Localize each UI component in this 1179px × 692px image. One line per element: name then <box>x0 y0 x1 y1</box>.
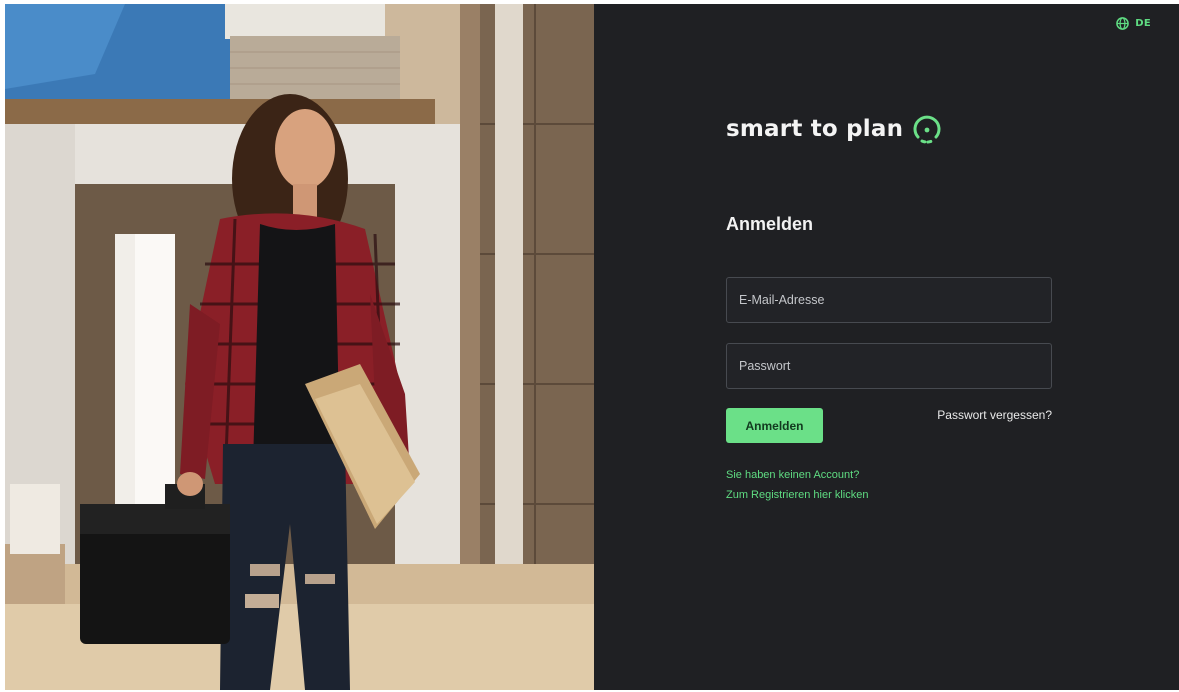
forgot-password-link[interactable]: Passwort vergessen? <box>937 408 1052 422</box>
login-panel: DE smart to plan Anmelden Anmelden Passw… <box>594 4 1179 690</box>
brand-logo: smart to plan <box>726 112 943 146</box>
email-field[interactable] <box>726 277 1052 323</box>
no-account-text: Sie haben keinen Account? <box>726 469 860 481</box>
language-switcher[interactable]: DE <box>1116 17 1151 30</box>
login-button[interactable]: Anmelden <box>726 408 823 443</box>
smile-circle-icon <box>913 115 941 144</box>
language-label: DE <box>1135 18 1151 29</box>
hero-photo <box>5 4 594 690</box>
app-window: DE smart to plan Anmelden Anmelden Passw… <box>0 0 1179 692</box>
password-field[interactable] <box>726 343 1052 389</box>
brand-name: smart to plan <box>726 116 904 142</box>
login-heading: Anmelden <box>726 214 814 234</box>
construction-worker-photo <box>5 4 594 690</box>
globe-icon <box>1116 17 1130 30</box>
register-link[interactable]: Zum Registrieren hier klicken <box>726 489 868 501</box>
